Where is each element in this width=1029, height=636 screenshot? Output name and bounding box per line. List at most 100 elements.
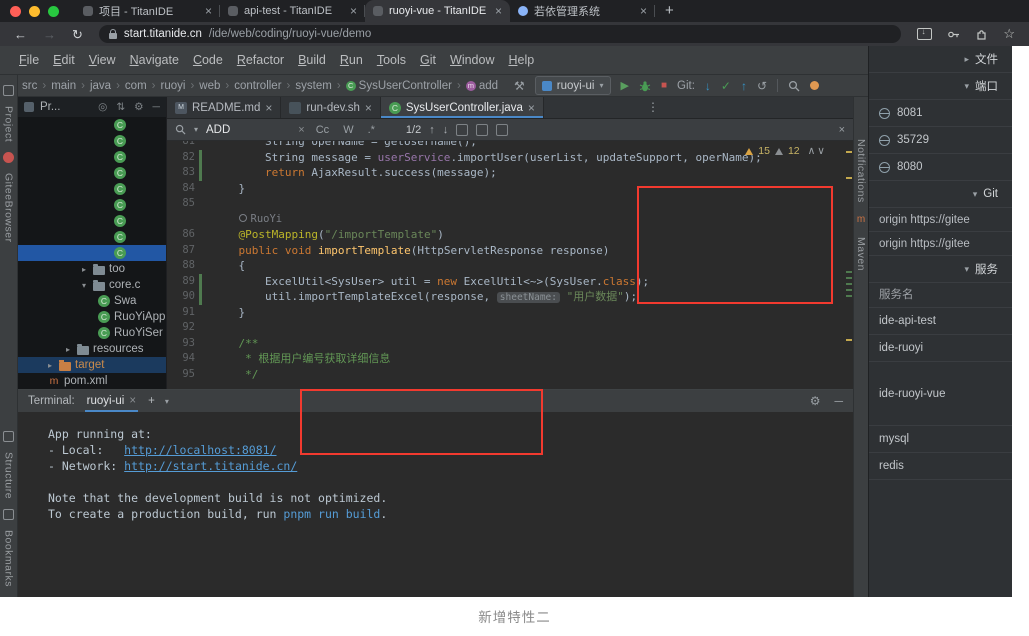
breadcrumb-item[interactable]: SysUserController — [332, 80, 452, 92]
git-commit-icon[interactable]: ✓ — [721, 79, 731, 93]
zoom-window-icon[interactable] — [48, 6, 59, 17]
tree-chevron-icon[interactable]: ▾ — [82, 281, 93, 290]
stop-button[interactable]: ■ — [661, 80, 667, 91]
gear-icon[interactable]: ⚙ — [134, 101, 143, 113]
line-number[interactable]: 90 — [167, 289, 195, 305]
close-window-icon[interactable] — [10, 6, 21, 17]
terminal-tab-close-icon[interactable]: × — [129, 395, 136, 407]
editor-tab[interactable]: SysUserController.java × — [381, 97, 544, 118]
tree-row[interactable] — [18, 133, 166, 149]
match-case-toggle[interactable]: Cc — [313, 124, 332, 136]
hide-panel-icon[interactable]: ─ — [153, 101, 160, 113]
run-button[interactable]: ▶ — [621, 79, 629, 92]
breadcrumb-item[interactable]: ruoyi — [147, 80, 186, 92]
key-icon[interactable] — [947, 28, 960, 41]
menu-item[interactable]: Help — [501, 53, 541, 67]
tab-close-icon[interactable]: × — [528, 101, 535, 115]
gitee-browser-icon[interactable] — [3, 152, 14, 163]
side-panel-row[interactable]: 8080 — [869, 154, 1012, 181]
new-terminal-icon[interactable]: + — [148, 395, 155, 407]
minimize-window-icon[interactable] — [29, 6, 40, 17]
terminal-tab[interactable]: ruoyi-ui × — [85, 390, 138, 412]
line-number[interactable]: 93 — [167, 336, 195, 352]
project-panel-title[interactable]: Pr... — [40, 101, 60, 113]
bookmarks-toolwindow-icon[interactable] — [3, 509, 14, 520]
breadcrumb-item[interactable]: system — [282, 80, 332, 92]
menu-item[interactable]: Refactor — [230, 53, 291, 67]
search-icon[interactable] — [788, 80, 800, 92]
line-number[interactable]: 81 — [167, 141, 195, 150]
line-number[interactable]: 88 — [167, 258, 195, 274]
editor-tab-options-icon[interactable]: ⋮ — [647, 97, 659, 118]
git-rollback-icon[interactable]: ↺ — [757, 79, 767, 93]
menu-item[interactable]: Code — [186, 53, 230, 67]
side-panel-row[interactable]: 35729 — [869, 127, 1012, 154]
breadcrumb-item[interactable]: src — [22, 80, 37, 92]
breadcrumb-item[interactable]: main — [37, 80, 76, 92]
editor-tab[interactable]: README.md × — [167, 97, 281, 118]
run-config-selector[interactable]: ruoyi-ui ▾ — [535, 76, 611, 95]
line-number[interactable]: 86 — [167, 227, 195, 243]
breadcrumb-item[interactable]: add — [452, 80, 498, 92]
tree-row[interactable] — [18, 117, 166, 133]
regex-toggle[interactable]: .* — [365, 124, 378, 136]
back-icon[interactable]: ← — [14, 28, 27, 41]
tree-row[interactable] — [18, 197, 166, 213]
notification-dot-icon[interactable] — [810, 81, 819, 90]
forward-icon[interactable]: → — [43, 28, 56, 41]
tab-close-icon[interactable]: × — [365, 101, 372, 115]
side-panel-row[interactable]: ide-ruoyi-vue — [869, 362, 1012, 426]
url-bar[interactable]: start.titanide.cn/ide/web/coding/ruoyi-v… — [99, 25, 901, 43]
tree-row[interactable] — [18, 149, 166, 165]
menu-item[interactable]: Edit — [46, 53, 82, 67]
expand-collapse-icon[interactable]: ⇅ — [116, 101, 125, 113]
menu-item[interactable]: Run — [333, 53, 370, 67]
line-number[interactable]: 87 — [167, 243, 195, 259]
line-number[interactable]: 91 — [167, 305, 195, 321]
tab-close-icon[interactable]: × — [350, 4, 357, 18]
browser-tab[interactable]: 若依管理系统 × — [510, 0, 655, 22]
reload-icon[interactable]: ↻ — [72, 28, 83, 41]
structure-toolwindow-icon[interactable] — [3, 431, 14, 442]
toolwindow-label-project[interactable]: Project — [3, 106, 15, 142]
toolwindow-label-bookmarks[interactable]: Bookmarks — [3, 530, 15, 587]
tree-row[interactable]: pom.xml — [18, 373, 166, 389]
line-number[interactable]: 94 — [167, 351, 195, 367]
menu-item[interactable]: View — [82, 53, 123, 67]
menu-item[interactable]: Navigate — [123, 53, 186, 67]
menu-item[interactable]: Build — [291, 53, 333, 67]
tree-chevron-icon[interactable]: ▸ — [66, 345, 77, 354]
line-number[interactable]: 95 — [167, 367, 195, 383]
editor-tab[interactable]: run-dev.sh × — [281, 97, 381, 118]
tab-close-icon[interactable]: × — [265, 101, 272, 115]
line-number[interactable]: 89 — [167, 274, 195, 290]
git-update-icon[interactable]: ↓ — [705, 79, 711, 93]
browser-tab[interactable]: ruoyi-vue - TitanIDE × — [365, 0, 510, 22]
breadcrumb-item[interactable]: com — [111, 80, 147, 92]
breadcrumb-item[interactable]: java — [76, 80, 111, 92]
side-panel-row[interactable]: mysql — [869, 426, 1012, 453]
menu-item[interactable]: File — [12, 53, 46, 67]
browser-tab[interactable]: api-test - TitanIDE × — [220, 0, 365, 22]
tree-row[interactable] — [18, 229, 166, 245]
side-panel-row[interactable]: 8081 — [869, 100, 1012, 127]
close-find-bar-icon[interactable]: × — [839, 124, 845, 136]
menu-item[interactable]: Window — [443, 53, 501, 67]
section-header[interactable]: ▾ Git — [869, 181, 1012, 208]
side-panel-row[interactable]: origin https://gitee — [869, 232, 1012, 256]
tree-row[interactable]: RuoYiSer — [18, 325, 166, 341]
filter-search-icon[interactable] — [476, 124, 488, 136]
toolwindow-label-structure[interactable]: Structure — [3, 452, 15, 499]
tree-row[interactable]: ▾ core.c — [18, 277, 166, 293]
line-number[interactable]: 84 — [167, 181, 195, 197]
new-tab-button[interactable]: + — [665, 0, 674, 22]
breadcrumb-item[interactable]: controller — [220, 80, 281, 92]
side-panel-row[interactable]: ide-api-test — [869, 308, 1012, 335]
tree-row[interactable]: ▸ too — [18, 261, 166, 277]
line-number[interactable]: 82 — [167, 150, 195, 166]
tab-close-icon[interactable]: × — [205, 4, 212, 18]
next-match-icon[interactable]: ↓ — [443, 124, 449, 136]
line-number[interactable]: 92 — [167, 320, 195, 336]
tree-row[interactable]: ▸ target — [18, 357, 166, 373]
find-query-input[interactable]: ADD — [206, 124, 230, 136]
